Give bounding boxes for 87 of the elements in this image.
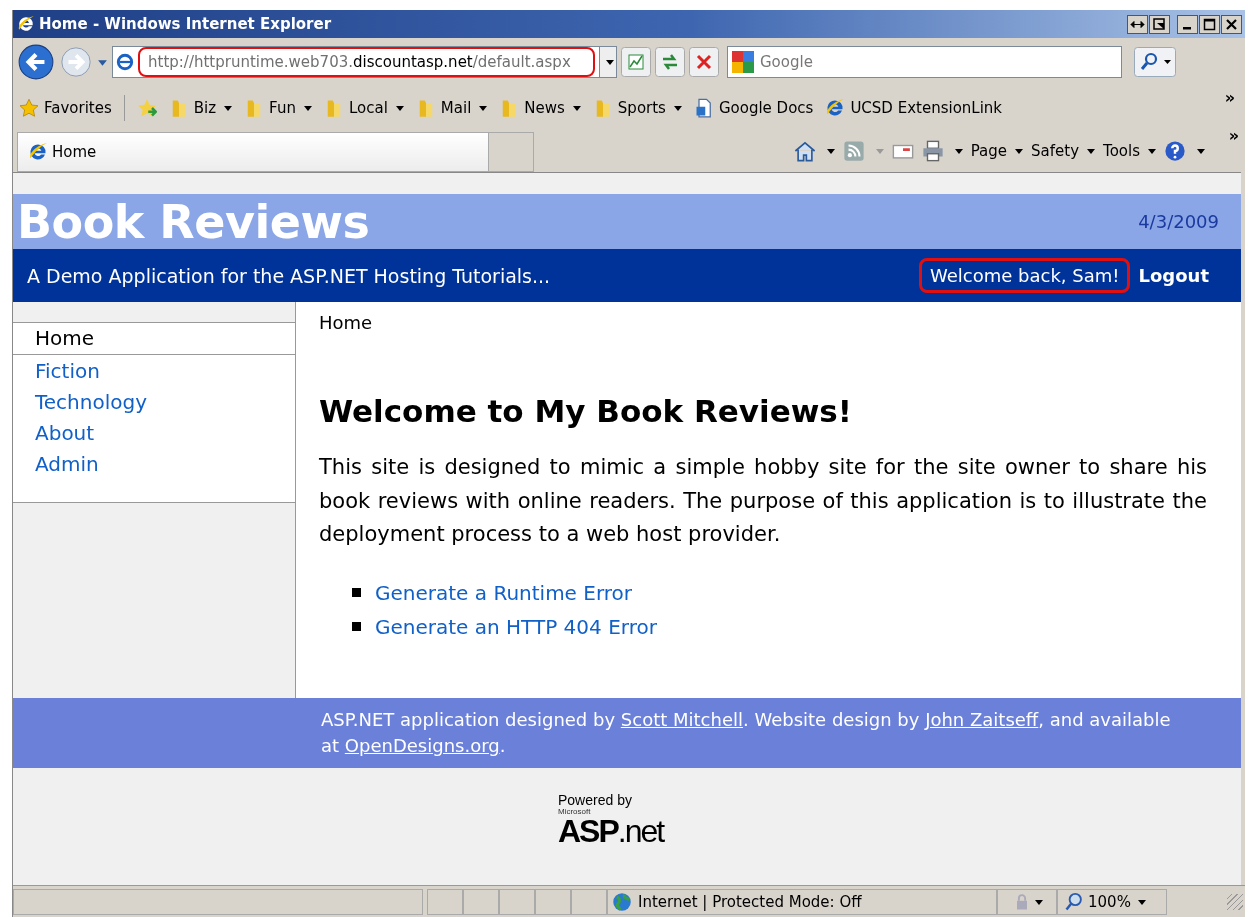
command-menu[interactable]: Tools [1103,142,1156,160]
search-button[interactable] [1134,47,1176,77]
address-field[interactable]: http://httpruntime.web703.discountasp.net/default.aspx [112,46,617,78]
star-icon [19,98,39,118]
ie-logo-icon [17,15,35,33]
favorite-link[interactable]: News [499,98,581,118]
menu-item[interactable]: Home [13,323,295,355]
back-button[interactable] [17,43,55,81]
favorite-link[interactable]: Local [323,98,404,118]
footer-text: ASP.NET application designed by Scott Mitchell. Website design by John Zaitseff, and available at OpenDesigns.org. [321,708,1172,758]
command-menu[interactable]: Safety [1031,142,1096,160]
breadcrumb: Home [319,312,374,333]
security-zone[interactable]: Internet | Protected Mode: Off [607,888,997,915]
caret-icon [395,104,404,112]
status-pane [463,888,499,915]
bullet-icon [352,588,361,597]
maximize-button[interactable] [1199,14,1220,34]
favorite-link[interactable]: Sports [592,98,682,118]
page-heading: Welcome to My Book Reviews! [319,393,853,429]
welcome-text: Welcome back, Sam! [919,258,1131,293]
logout-link[interactable]: Logout [1138,265,1209,286]
favorite-link[interactable]: Fun [244,98,312,118]
caret-icon [1087,147,1096,155]
caret-icon [673,104,682,112]
compatibility-icon[interactable] [621,47,651,77]
url-text: http://httpruntime.web703.discountasp.net/default.aspx [138,47,595,77]
dropdown-button[interactable] [599,47,616,77]
more-button[interactable]: » [1224,88,1235,107]
tagline: A Demo Application for the ASP.NET Hosting Tutorials... [27,264,552,287]
caret-icon [224,104,233,112]
powered-by-text: Powered by [558,792,632,808]
search-field[interactable]: Google [727,46,1122,78]
caret-icon [303,104,312,112]
caret-icon [1148,147,1156,155]
browser-tab[interactable]: Home [17,132,489,172]
caret-icon[interactable] [954,147,963,155]
footer-link[interactable]: John Zaitseff [925,709,1039,730]
stop-icon[interactable] [689,47,719,77]
restore-button[interactable] [1127,14,1148,34]
refresh-icon[interactable] [655,47,685,77]
home-icon[interactable] [793,140,816,162]
intro-paragraph: This site is designed to mimic a simple hobby site for the site owner to share his book reviews with online readers. The purpose of this application is to illustrate the deployment process to a web host provider. [319,454,1207,548]
caret-icon [605,58,614,66]
footer-link[interactable]: OpenDesigns.org [344,735,500,756]
resize-button[interactable] [1149,14,1170,34]
favorite-link[interactable]: Mail [415,98,488,118]
minimize-button[interactable] [1177,14,1198,34]
window-title: Home - Windows Internet Explorer [39,15,333,33]
resize-grip-icon[interactable] [1227,893,1243,910]
favorite-link[interactable]: UCSD ExtensionLink [825,98,1003,118]
caret-icon[interactable] [826,147,835,155]
menu-item[interactable]: Admin [13,449,295,480]
error-link[interactable]: Generate a Runtime Error [375,580,633,605]
more-button[interactable]: » [1228,126,1239,145]
footer-link[interactable]: Scott Mitchell [620,709,743,730]
google-logo-icon [732,51,754,73]
magnifier-icon [1064,891,1084,912]
ie-logo-icon [28,142,48,162]
caret-icon [572,104,581,112]
status-pane [427,888,463,915]
favorite-link[interactable]: Biz [168,98,233,118]
menu-item[interactable]: About [13,418,295,449]
caret-icon [1015,147,1024,155]
error-link[interactable]: Generate an HTTP 404 Error [375,614,657,639]
status-pane [499,888,535,915]
page-icon [116,53,134,71]
favorites-button[interactable]: Favorites [19,98,112,118]
menu-item[interactable]: Technology [13,387,295,418]
caret-icon [1137,897,1146,906]
maker-text: Microsoft [558,808,591,816]
bullet-icon [352,622,361,631]
caret-icon [1034,897,1043,906]
status-pane [571,888,607,915]
caret-icon [479,104,488,112]
help-icon[interactable] [1164,140,1186,162]
date-text: 4/3/2009 [1138,211,1219,232]
zoom-button[interactable]: 100% [1057,888,1167,915]
command-menu[interactable]: Page [970,142,1024,160]
aspnet-logo: ASP.net [558,816,664,846]
caret-icon[interactable] [1197,147,1205,155]
favorite-link[interactable]: Google Docs [693,98,814,118]
site-title: Book Reviews [17,194,370,249]
print-icon[interactable] [921,140,944,162]
globe-icon [612,891,632,912]
menu-item[interactable]: Fiction [13,356,295,387]
close-button[interactable] [1221,14,1242,34]
status-pane [535,888,571,915]
